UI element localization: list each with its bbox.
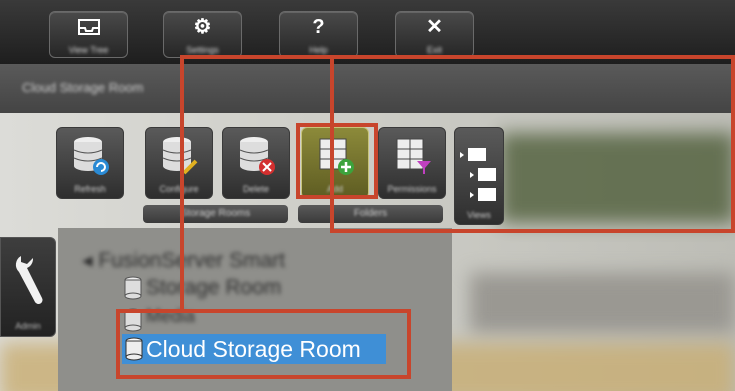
gear-icon: ⚙ xyxy=(193,16,212,38)
configure-storage-button[interactable]: Configure xyxy=(145,127,213,199)
window-title: Cloud Storage Room xyxy=(22,80,144,95)
views-label: Views xyxy=(467,210,491,220)
title-bar: Cloud Storage Room xyxy=(0,64,735,113)
help-icon: ? xyxy=(312,16,325,38)
delete-label: Delete xyxy=(242,184,269,194)
database-icon xyxy=(124,276,142,300)
close-icon: ✕ xyxy=(426,16,443,38)
background-shelf xyxy=(470,273,735,333)
views-button[interactable]: Views xyxy=(454,127,504,225)
permissions-label: Permissions xyxy=(387,184,437,194)
tree-item-storage-room[interactable]: Storage Room xyxy=(146,276,281,300)
cabinet-filter-icon xyxy=(396,138,431,174)
refresh-storage-button[interactable]: Refresh xyxy=(56,127,124,199)
background-plants xyxy=(500,133,735,223)
exit-label: Exit xyxy=(426,45,442,55)
admin-tab[interactable]: Admin xyxy=(0,237,56,337)
database-delete-icon xyxy=(239,137,275,175)
database-refresh-icon xyxy=(73,137,109,175)
delete-storage-button[interactable]: Delete xyxy=(222,127,290,199)
help-label: Help xyxy=(309,45,328,55)
add-label: Add xyxy=(326,184,343,194)
tree-item-media[interactable]: Media xyxy=(146,306,195,327)
admin-label: Admin xyxy=(15,321,41,331)
cabinet-add-icon xyxy=(319,138,354,175)
view-tree-label: View Tree xyxy=(68,45,109,55)
settings-button[interactable]: ⚙ Settings xyxy=(163,11,242,58)
callout-connector-vertical xyxy=(180,55,184,311)
permissions-button[interactable]: Permissions xyxy=(378,127,446,199)
top-toolbar: View Tree ⚙ Settings ? Help ✕ Exit xyxy=(0,0,735,64)
storage-rooms-group-label: Storage Rooms xyxy=(143,205,288,223)
expand-arrow-icon: ◂ xyxy=(82,249,99,272)
folder-tree-icon xyxy=(460,148,496,201)
database-icon xyxy=(124,308,142,332)
settings-label: Settings xyxy=(186,45,219,55)
tree-item-cloud-storage-room[interactable]: Cloud Storage Room xyxy=(122,334,386,364)
database-icon xyxy=(125,337,143,361)
add-folder-button[interactable]: Add xyxy=(301,127,369,199)
configure-label: Configure xyxy=(159,184,199,194)
view-tree-button[interactable]: View Tree xyxy=(49,11,128,58)
tray-icon xyxy=(50,17,127,37)
exit-button[interactable]: ✕ Exit xyxy=(395,11,474,58)
folders-group-label: Folders xyxy=(298,205,443,223)
help-button[interactable]: ? Help xyxy=(279,11,358,58)
refresh-label: Refresh xyxy=(74,184,106,194)
callout-connector-top xyxy=(180,55,332,59)
selected-item-label: Cloud Storage Room xyxy=(146,336,361,362)
wrench-icon xyxy=(15,256,43,305)
